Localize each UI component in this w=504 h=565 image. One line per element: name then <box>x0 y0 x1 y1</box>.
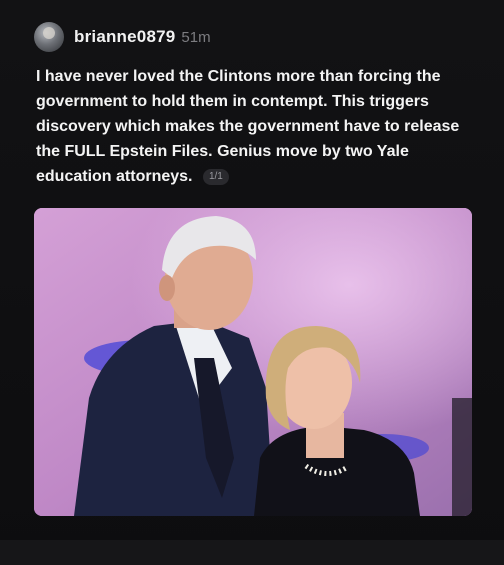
post-text: I have never loved the Clintons more tha… <box>36 64 476 189</box>
post-text-content: I have never loved the Clintons more tha… <box>36 68 460 185</box>
photo-illustration <box>34 208 472 516</box>
media-counter: 1/1 <box>202 168 229 185</box>
screen: brianne0879 51m I have never loved the C… <box>0 0 504 565</box>
username[interactable]: brianne0879 <box>74 27 175 47</box>
post-card: brianne0879 51m I have never loved the C… <box>24 18 486 189</box>
post-header: brianne0879 51m <box>24 18 486 56</box>
post-photo[interactable] <box>34 208 472 516</box>
post-timestamp: 51m <box>181 28 211 46</box>
avatar[interactable] <box>34 22 64 52</box>
bottom-bar <box>0 540 504 565</box>
